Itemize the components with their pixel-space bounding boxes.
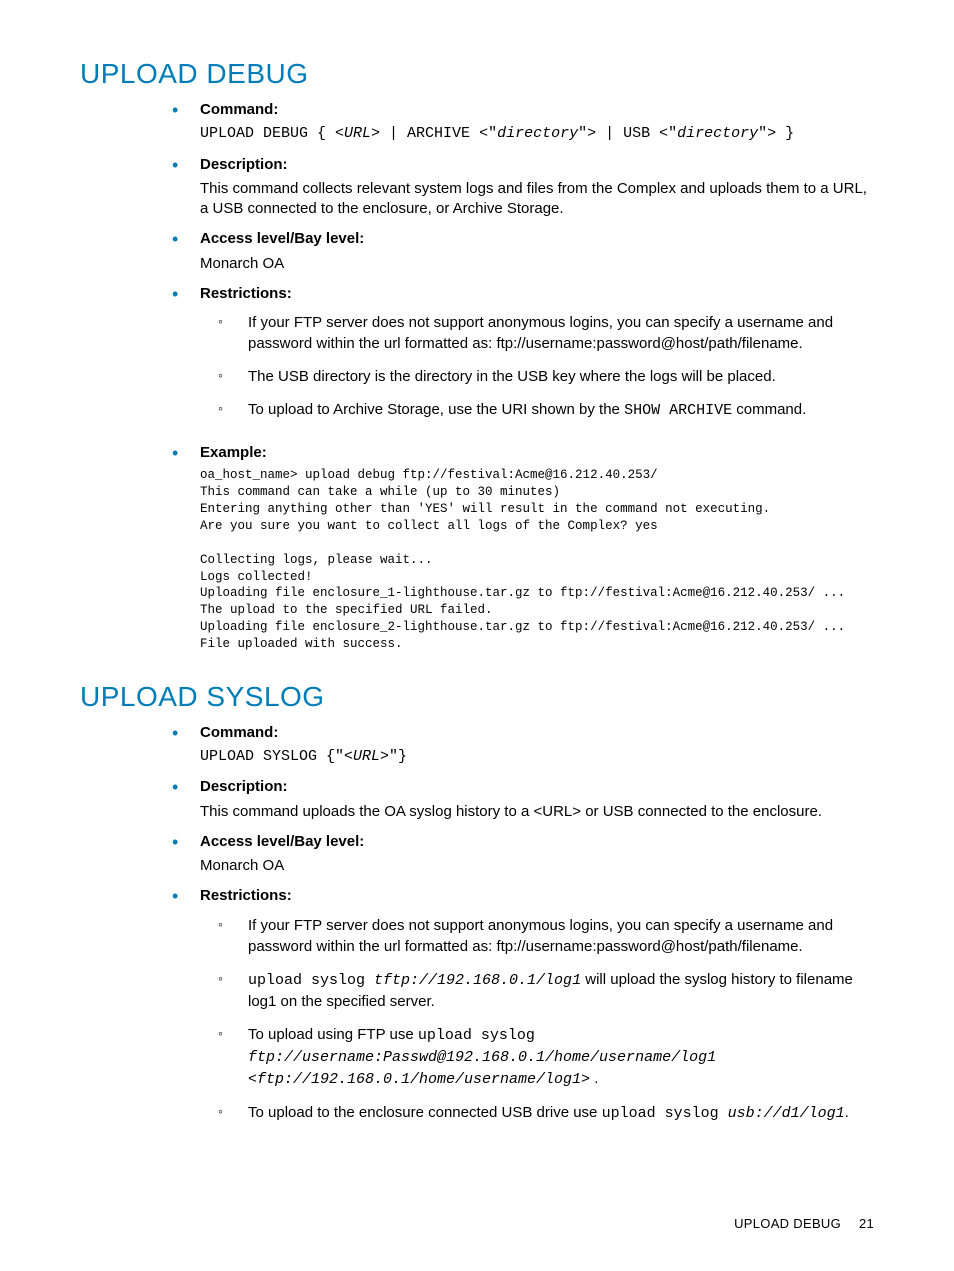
restrictions-sublist: If your FTP server does not support anon… [200,312,874,433]
restrictions-label: Restrictions: [200,886,874,906]
item-access-level: Access level/Bay level: Monarch OA [160,832,874,887]
description-label: Description: [200,777,874,797]
section-1-list: Command: UPLOAD DEBUG { <URL> | ARCHIVE … [160,100,874,663]
item-restrictions: Restrictions: If your FTP server does no… [160,284,874,443]
restriction-item: If your FTP server does not support anon… [200,312,874,366]
restrictions-sublist: If your FTP server does not support anon… [200,915,874,1136]
access-text: Monarch OA [200,254,874,274]
restrictions-label: Restrictions: [200,284,874,304]
command-label: Command: [200,723,874,743]
item-example: Example: oa_host_name> upload debug ftp:… [160,443,874,663]
access-text: Monarch OA [200,856,874,876]
example-text: oa_host_name> upload debug ftp://festiva… [200,467,874,653]
access-label: Access level/Bay level: [200,832,874,852]
section-2-list: Command: UPLOAD SYSLOG {"<URL>"} Descrip… [160,723,874,1146]
item-restrictions: Restrictions: If your FTP server does no… [160,886,874,1145]
description-text: This command collects relevant system lo… [200,179,874,220]
command-text: UPLOAD SYSLOG {"<URL>"} [200,747,874,767]
restriction-item: The USB directory is the directory in th… [200,366,874,399]
page: UPLOAD DEBUG Command: UPLOAD DEBUG { <UR… [0,0,954,1271]
access-label: Access level/Bay level: [200,229,874,249]
item-command: Command: UPLOAD SYSLOG {"<URL>"} [160,723,874,778]
command-label: Command: [200,100,874,120]
page-footer: UPLOAD DEBUG 21 [734,1216,874,1231]
description-text: This command uploads the OA syslog histo… [200,802,874,822]
item-access-level: Access level/Bay level: Monarch OA [160,229,874,284]
example-label: Example: [200,443,874,463]
footer-page-number: 21 [859,1216,874,1231]
restriction-item: To upload to the enclosure connected USB… [200,1102,874,1136]
restriction-item: upload syslog tftp://192.168.0.1/log1 wi… [200,969,874,1024]
section-title-upload-syslog: UPLOAD SYSLOG [80,681,874,713]
restriction-item: To upload to Archive Storage, use the UR… [200,399,874,433]
restriction-item: If your FTP server does not support anon… [200,915,874,969]
item-description: Description: This command collects relev… [160,155,874,230]
section-title-upload-debug: UPLOAD DEBUG [80,58,874,90]
command-text: UPLOAD DEBUG { <URL> | ARCHIVE <"directo… [200,124,874,144]
item-description: Description: This command uploads the OA… [160,777,874,832]
restriction-item: To upload using FTP use upload syslogftp… [200,1024,874,1102]
item-command: Command: UPLOAD DEBUG { <URL> | ARCHIVE … [160,100,874,155]
footer-label: UPLOAD DEBUG [734,1216,841,1231]
description-label: Description: [200,155,874,175]
